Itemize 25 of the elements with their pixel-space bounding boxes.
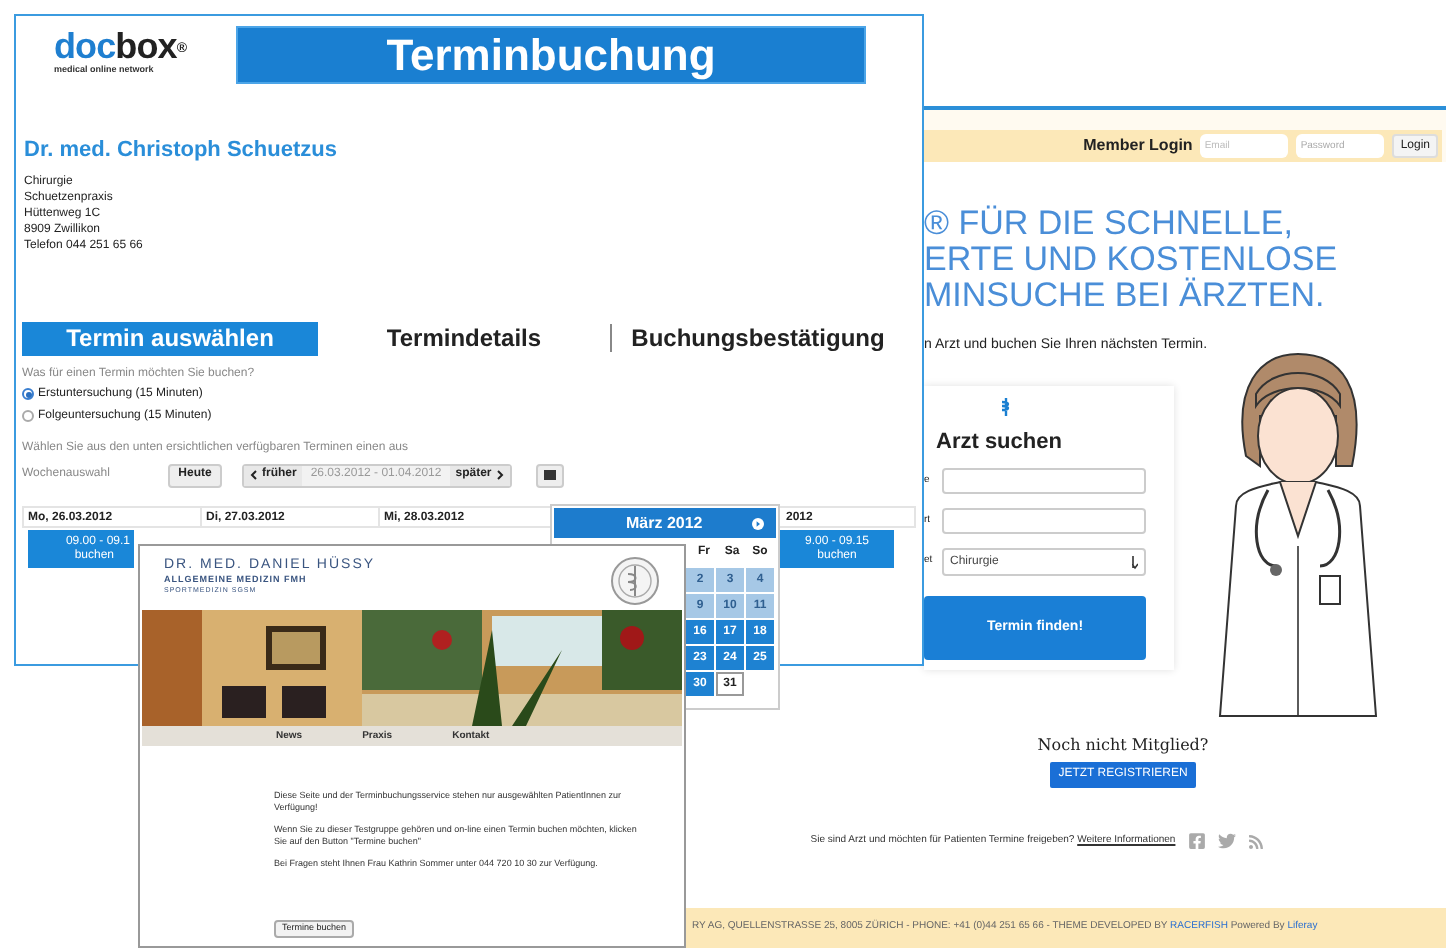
member-login-label: Member Login [1083, 134, 1193, 158]
headline-line: ERTE UND KOSTENLOSE [924, 242, 1338, 278]
twitter-icon[interactable] [1217, 832, 1236, 850]
radio-button[interactable] [22, 410, 34, 422]
chevron-right-icon [495, 470, 504, 480]
headline-line: ® FÜR DIE SCHNELLE, [924, 206, 1293, 242]
radio-button[interactable] [22, 388, 34, 400]
search-field[interactable] [942, 508, 1146, 534]
page-banner: Terminbuchung [236, 26, 866, 84]
step-tab[interactable]: Termin auswählen [22, 321, 318, 355]
rss-icon[interactable] [1247, 833, 1264, 849]
headline-line: MINSUCHE BEI ÄRZTEN. [924, 278, 1325, 314]
staff-icon [1000, 397, 1012, 415]
signup-question: Noch nicht Mitglied? [1037, 734, 1209, 758]
calendar-icon [543, 470, 556, 480]
dropdown-icon [1132, 554, 1138, 570]
seal-icon [610, 556, 660, 606]
facebook-icon[interactable] [1187, 832, 1206, 850]
search-field[interactable] [942, 468, 1146, 494]
calendar-button[interactable] [535, 463, 564, 487]
doctor-name: Dr. med. Christoph Schuetzus [24, 138, 337, 164]
next-month-icon[interactable] [752, 517, 764, 529]
month-title: März 2012 [626, 515, 703, 531]
chevron-left-icon [250, 470, 258, 480]
search-title: Arzt suchen [936, 427, 1062, 457]
